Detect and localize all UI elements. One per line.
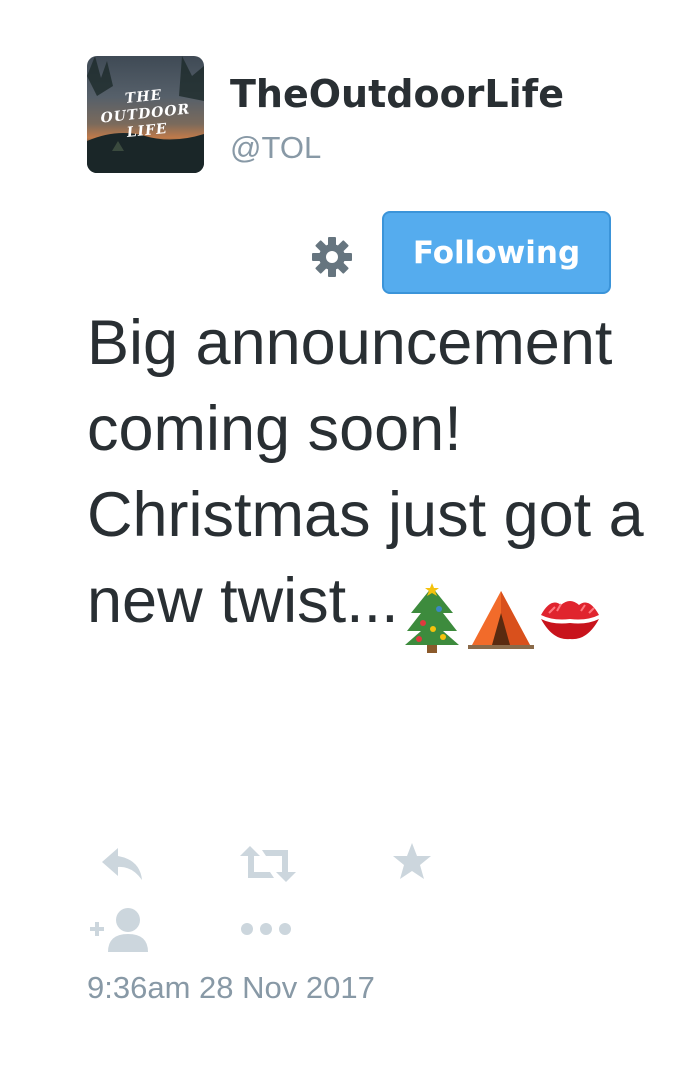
tent-emoji: [467, 583, 534, 653]
retweet-icon[interactable]: [240, 846, 296, 882]
more-icon[interactable]: [240, 918, 294, 940]
kiss-mark-emoji: [537, 583, 603, 653]
display-name[interactable]: TheOutdoorLife: [230, 72, 564, 116]
gear-icon[interactable]: [311, 236, 353, 278]
avatar-logo-text: THE OUTDOOR LIFE: [99, 87, 192, 142]
reply-icon[interactable]: [100, 846, 144, 882]
tweet-text: Big announcement coming soon! Christmas …: [87, 300, 647, 653]
user-handle[interactable]: @TOL: [230, 130, 321, 166]
avatar[interactable]: THE OUTDOOR LIFE: [87, 56, 204, 173]
christmas-tree-emoji: [399, 582, 465, 653]
follow-user-icon[interactable]: [90, 906, 152, 952]
tweet-emojis: [399, 570, 606, 653]
favorite-icon[interactable]: [392, 842, 432, 882]
tweet-timestamp[interactable]: 9:36am 28 Nov 2017: [87, 970, 375, 1006]
following-button[interactable]: Following: [382, 211, 611, 294]
